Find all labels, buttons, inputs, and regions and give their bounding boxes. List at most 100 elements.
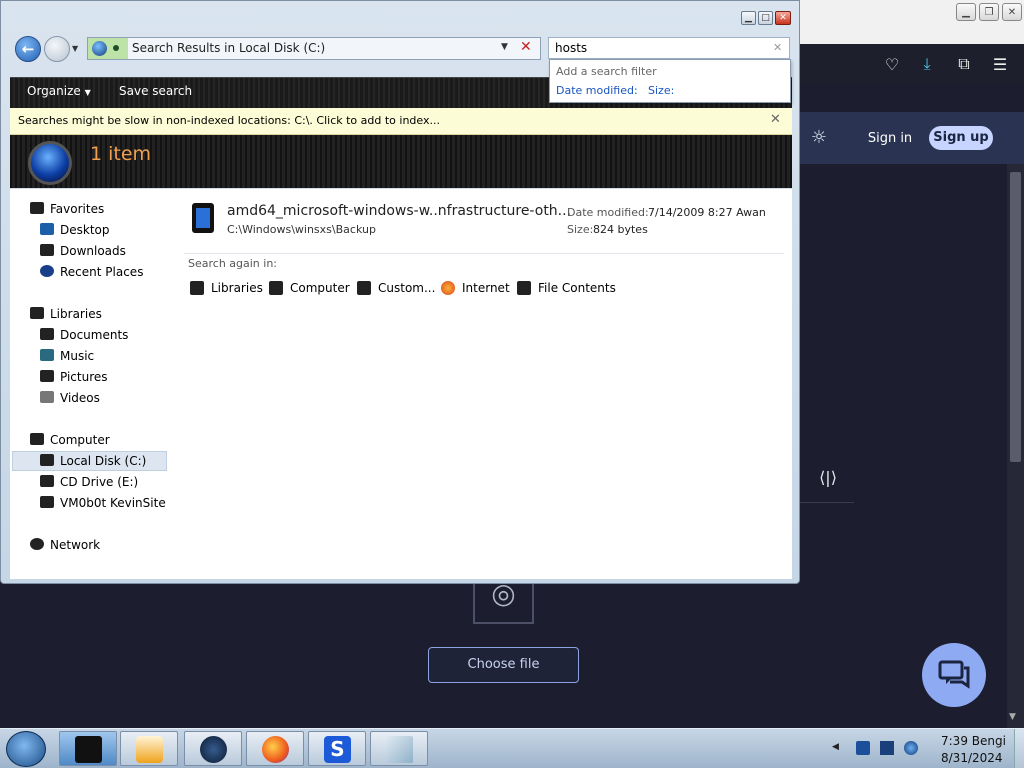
maximize-button[interactable]: □ [758, 11, 773, 25]
browser-minimize-button[interactable]: ▁ [956, 3, 976, 21]
tray-network-icon[interactable] [880, 741, 894, 755]
extensions-icon[interactable]: ⧉ [952, 52, 976, 76]
close-button[interactable]: ✕ [775, 11, 791, 25]
shield-s-icon: S [324, 736, 351, 763]
clock-time[interactable]: 7:39 Bengi [941, 734, 1006, 748]
recent-places-icon [40, 265, 54, 277]
nav-videos-label: Videos [60, 391, 100, 405]
theme-toggle-icon[interactable]: ☼ [808, 127, 830, 149]
close-infobar-icon[interactable]: ✕ [770, 112, 781, 127]
forward-button[interactable] [44, 36, 70, 62]
nav-downloads-label: Downloads [60, 244, 126, 258]
choose-file-button[interactable]: Choose file [428, 647, 579, 683]
compare-icon[interactable]: ⟨|⟩ [816, 466, 840, 490]
search-again-custom-label: Custom... [378, 281, 436, 295]
address-bar[interactable]: Search Results in Local Disk (C:) ▼ ✕ [87, 37, 541, 60]
filter-size-link[interactable]: Size: [648, 84, 674, 97]
search-folder-icon [28, 141, 72, 185]
start-button[interactable] [6, 731, 46, 767]
music-icon [40, 349, 54, 361]
pictures-icon [40, 370, 54, 382]
nav-favorites-label: Favorites [50, 202, 105, 216]
index-warning-bar[interactable]: Searches might be slow in non-indexed lo… [10, 108, 792, 135]
result-date-value: 7/14/2009 8:27 Awan [648, 206, 766, 219]
tray-app-icon[interactable] [856, 741, 870, 755]
navigation-pane: Favorites Desktop Downloads Recent Place… [10, 189, 170, 579]
notepad-icon [386, 736, 413, 763]
breadcrumb-separator-icon[interactable] [113, 45, 119, 51]
pocket-icon[interactable]: ♡ [880, 52, 904, 76]
sign-up-button[interactable]: Sign up [929, 126, 993, 150]
result-date-label: Date modified: [567, 206, 649, 219]
recent-pages-dropdown-icon[interactable]: ▼ [72, 44, 78, 53]
result-size-value: 824 bytes [593, 223, 648, 236]
results-pane: amd64_microsoft-windows-w..nfrastructure… [170, 189, 792, 579]
local-disk-icon [40, 454, 54, 466]
taskbar-explorer[interactable] [59, 731, 117, 766]
custom-folder-icon [357, 281, 371, 295]
nav-desktop-label: Desktop [60, 223, 110, 237]
downloads-icon [40, 244, 54, 256]
back-button[interactable]: ← [15, 36, 41, 62]
taskbar-media-player[interactable] [120, 731, 178, 766]
index-warning-text: Searches might be slow in non-indexed lo… [18, 114, 440, 127]
tray-expand-icon[interactable]: ◀ [832, 742, 846, 756]
globe-icon [200, 736, 227, 763]
taskbar-firefox[interactable] [246, 731, 304, 766]
filter-popup-title: Add a search filter [556, 65, 657, 78]
network-drive-icon [40, 496, 54, 508]
scroll-down-arrow-icon[interactable]: ▼ [1009, 712, 1016, 722]
filter-date-modified-link[interactable]: Date modified: [556, 84, 638, 97]
nav-cd-drive-label: CD Drive (E:) [60, 475, 139, 489]
nav-recent-places-label: Recent Places [60, 265, 144, 279]
computer-icon [269, 281, 283, 295]
page-scrollbar[interactable] [1007, 164, 1024, 728]
nav-music-label: Music [60, 349, 95, 363]
cd-drive-icon [40, 475, 54, 487]
search-query: hosts [555, 41, 588, 55]
organize-label: Organize [27, 84, 81, 98]
chat-button[interactable] [922, 643, 986, 707]
tray-volume-icon[interactable] [904, 741, 918, 755]
desktop-icon [40, 223, 54, 235]
result-size-label: Size: [567, 223, 594, 236]
stop-search-icon[interactable]: ✕ [520, 39, 532, 55]
divider [184, 253, 784, 254]
scrollbar-thumb[interactable] [1010, 172, 1021, 462]
show-desktop-button[interactable] [1014, 729, 1024, 768]
media-player-icon [136, 736, 163, 763]
search-again-internet-label: Internet [462, 281, 510, 295]
videos-icon [40, 391, 54, 403]
taskbar-sophos[interactable]: S [308, 731, 366, 766]
browser-close-button[interactable]: ✕ [1002, 3, 1022, 21]
network-icon [30, 538, 44, 550]
libraries-icon [30, 307, 44, 319]
save-search-button[interactable]: Save search [119, 84, 192, 98]
address-text: Search Results in Local Disk (C:) [132, 41, 326, 55]
chat-icon [938, 660, 970, 689]
minimize-button[interactable]: ▁ [741, 11, 756, 25]
sign-in-link[interactable]: Sign in [862, 128, 918, 150]
file-contents-icon [517, 281, 531, 295]
menu-icon[interactable]: ☰ [988, 52, 1012, 76]
organize-menu[interactable]: Organize ▼ [27, 84, 91, 98]
nav-local-disk-label: Local Disk (C:) [60, 454, 147, 468]
clear-search-icon[interactable]: ✕ [773, 41, 782, 54]
item-count: 1 item [90, 143, 152, 165]
nav-network-label: Network [50, 538, 101, 552]
clock-date[interactable]: 8/31/2024 [941, 751, 1003, 765]
documents-icon [40, 328, 54, 340]
result-file-name[interactable]: amd64_microsoft-windows-w..nfrastructure… [227, 203, 571, 219]
explorer-icon [75, 736, 102, 763]
fingerprint-icon: ◎ [473, 580, 534, 624]
favorites-icon [30, 202, 44, 214]
address-dropdown-icon[interactable]: ▼ [501, 42, 508, 52]
search-input[interactable]: hosts ✕ [548, 37, 790, 59]
download-icon[interactable]: ⤓ [915, 52, 939, 76]
computer-icon [30, 433, 44, 445]
nav-computer-label: Computer [50, 433, 110, 447]
taskbar-notepad[interactable] [370, 731, 428, 766]
browser-toolbar: ♡ ⤓ ⧉ ☰ [800, 44, 1024, 84]
browser-restore-button[interactable]: ❐ [979, 3, 999, 21]
taskbar-ie[interactable] [184, 731, 242, 766]
